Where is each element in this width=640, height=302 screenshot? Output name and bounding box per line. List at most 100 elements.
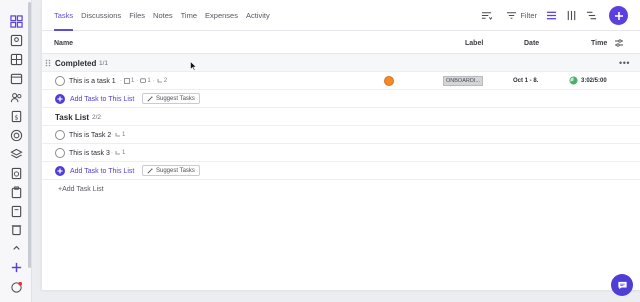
plus-icon [57, 96, 63, 102]
timesheet-icon[interactable] [9, 166, 23, 180]
task-row[interactable]: This is a task 1 · 1 · 1 · 2 ONBOARDI...… [42, 72, 640, 90]
toolbar: Filter [472, 0, 628, 31]
add-task-list-link[interactable]: +Add Task List [58, 186, 104, 193]
target-icon[interactable] [9, 128, 23, 142]
dependency-count: 2 [163, 78, 168, 84]
add-task-button[interactable] [55, 94, 65, 104]
svg-text:$: $ [14, 113, 18, 121]
filter-label: Filter [520, 11, 537, 20]
tab-discussions[interactable]: Discussions [81, 0, 121, 31]
comment-count: 1 [147, 78, 151, 84]
tasks-panel: Tasks Discussions Files Notes Time Expen… [41, 0, 640, 290]
notification-alert-icon[interactable] [9, 280, 23, 294]
dashboard-icon[interactable] [9, 14, 23, 28]
assignee-avatar[interactable] [384, 76, 394, 86]
suggest-tasks-button[interactable]: Suggest Tasks [142, 165, 200, 176]
board-icon[interactable] [9, 52, 23, 66]
mouse-cursor-icon [190, 61, 197, 71]
magic-wand-icon [147, 96, 153, 102]
task-date[interactable]: Oct 1 - 8. [513, 78, 538, 84]
sort-icon [482, 12, 493, 20]
chat-icon [617, 281, 627, 289]
group-count: 1/1 [99, 60, 109, 67]
group-count: 2/2 [92, 114, 102, 121]
filter-icon [507, 12, 517, 19]
layers-icon[interactable] [9, 147, 23, 161]
notebook-icon[interactable] [9, 204, 23, 218]
tab-time[interactable]: Time [181, 0, 197, 31]
column-label[interactable]: Label [465, 40, 483, 47]
column-time[interactable]: Time [591, 40, 607, 47]
sort-button[interactable] [481, 10, 493, 21]
magic-wand-icon [147, 168, 153, 174]
tab-activity[interactable]: Activity [246, 0, 270, 31]
task-name[interactable]: This is a task 1 [69, 78, 116, 85]
add-task-list-row: +Add Task List [42, 180, 640, 200]
task-row[interactable]: This is task 3 · 1 [42, 144, 640, 162]
task-meta: · 1 [111, 132, 126, 138]
add-task-row: Add Task to This List Suggest Tasks [42, 162, 640, 180]
task-label-chip[interactable]: ONBOARDI... [443, 76, 483, 86]
create-button[interactable] [609, 6, 628, 25]
add-task-row: Add Task to This List Suggest Tasks [42, 90, 640, 108]
profile-card-icon[interactable] [9, 33, 23, 47]
task-time[interactable]: 3:02/5:00 [569, 76, 607, 85]
invoice-icon[interactable]: $ [9, 109, 23, 123]
tab-bar: Tasks Discussions Files Notes Time Expen… [54, 0, 278, 31]
add-icon[interactable] [9, 260, 23, 274]
tab-tasks[interactable]: Tasks [54, 0, 74, 31]
column-date[interactable]: Date [524, 40, 539, 47]
calendar-icon[interactable] [9, 71, 23, 85]
comment-icon [140, 78, 147, 83]
task-row[interactable]: This is Task 2 · 1 [42, 126, 640, 144]
collapse-up-icon[interactable] [9, 240, 23, 254]
add-task-link[interactable]: Add Task to This List [70, 96, 134, 103]
clipboard-icon[interactable] [9, 185, 23, 199]
suggest-tasks-label: Suggest Tasks [156, 95, 195, 102]
plus-icon [614, 11, 623, 20]
gantt-view-icon [586, 11, 597, 20]
list-view-button[interactable] [546, 10, 557, 21]
list-view-icon [546, 11, 557, 20]
chat-button[interactable] [611, 274, 633, 296]
trash-icon[interactable] [9, 222, 23, 236]
task-meta: · 1 · 1 · 2 [120, 78, 168, 84]
filter-button[interactable]: Filter [506, 10, 537, 21]
time-value: 3:02/5:00 [581, 77, 607, 84]
task-meta: · 1 [111, 150, 126, 156]
dependency-icon [115, 151, 120, 155]
more-options-icon[interactable]: ••• [619, 58, 630, 68]
tab-files[interactable]: Files [129, 0, 145, 31]
group-header-completed[interactable]: Completed 1/1 ••• [42, 54, 640, 72]
group-title: Task List [55, 113, 90, 122]
subtask-icon [124, 78, 130, 84]
column-header-row: Name Label Date Time [42, 31, 640, 54]
add-task-link[interactable]: Add Task to This List [70, 168, 134, 175]
column-settings-icon[interactable] [615, 39, 623, 47]
board-view-button[interactable] [566, 10, 577, 21]
column-name[interactable]: Name [54, 40, 73, 47]
time-progress-icon [569, 76, 578, 85]
task-complete-checkbox[interactable] [55, 148, 65, 158]
task-name[interactable]: This is task 3 [69, 150, 110, 157]
tab-notes[interactable]: Notes [153, 0, 173, 31]
rail-scrollbar[interactable] [28, 2, 31, 268]
add-task-button[interactable] [55, 166, 65, 176]
tab-expenses[interactable]: Expenses [205, 0, 238, 31]
group-header-task-list[interactable]: Task List 2/2 [42, 108, 640, 126]
task-complete-checkbox[interactable] [55, 130, 65, 140]
top-bar: Tasks Discussions Files Notes Time Expen… [42, 0, 640, 31]
task-complete-checkbox[interactable] [55, 76, 65, 86]
gantt-view-button[interactable] [586, 10, 597, 21]
suggest-tasks-label: Suggest Tasks [156, 167, 195, 174]
left-rail: $ [0, 0, 32, 302]
dependency-icon [115, 133, 120, 137]
drag-handle-icon[interactable] [45, 59, 51, 67]
task-name[interactable]: This is Task 2 [69, 132, 111, 139]
suggest-tasks-button[interactable]: Suggest Tasks [142, 93, 200, 104]
group-title: Completed [55, 59, 97, 68]
dependency-count: 1 [122, 150, 126, 156]
plus-icon [57, 168, 63, 174]
subtask-count: 1 [131, 78, 135, 84]
people-icon[interactable] [9, 90, 23, 104]
